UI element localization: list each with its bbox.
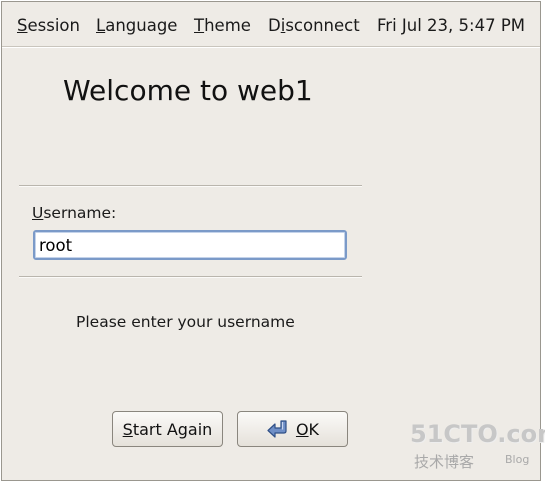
- menu-disconnect-label: sconnect: [285, 16, 360, 35]
- clock: Fri Jul 23, 5:47 PM: [377, 16, 526, 35]
- menu-disconnect[interactable]: Disconnect: [268, 16, 360, 36]
- start-again-label: tart Again: [132, 419, 213, 439]
- menu-session-mnemonic: S: [17, 16, 28, 35]
- menu-session[interactable]: Session: [17, 16, 80, 36]
- screen: Session Language Theme Disconnect Fri Ju…: [0, 0, 545, 484]
- menu-bar: Session Language Theme Disconnect Fri Ju…: [2, 2, 540, 48]
- ok-arrow-icon: [266, 419, 290, 439]
- login-window: Session Language Theme Disconnect Fri Ju…: [1, 1, 541, 481]
- menu-session-label: ession: [27, 16, 80, 35]
- separator-bottom: [19, 276, 362, 278]
- menu-language[interactable]: Language: [96, 16, 177, 36]
- ok-mnemonic: O: [295, 419, 309, 439]
- username-input[interactable]: [33, 230, 347, 260]
- watermark-subtitle: 技术博客: [414, 453, 475, 471]
- username-label-text: sername:: [43, 204, 117, 222]
- start-again-mnemonic: S: [122, 419, 133, 439]
- menu-theme-mnemonic: T: [194, 16, 205, 35]
- separator-top: [19, 185, 362, 187]
- prompt-message: Please enter your username: [76, 313, 295, 331]
- ok-label: K: [308, 419, 320, 439]
- menu-theme[interactable]: Theme: [194, 16, 251, 36]
- watermark-blog: Blog: [505, 453, 530, 466]
- menu-disconnect-prefix: D: [268, 16, 281, 35]
- watermark: 51CTO.com 技术博客 Blog: [410, 420, 545, 480]
- menu-theme-label: heme: [204, 16, 251, 35]
- username-label-mnemonic: U: [32, 204, 44, 222]
- watermark-logo: 51CTO.com: [410, 420, 545, 448]
- menubar-divider-highlight: [2, 47, 540, 48]
- username-label: Username:: [32, 204, 116, 222]
- menu-language-mnemonic: L: [96, 16, 106, 35]
- start-again-button[interactable]: Start Again: [112, 411, 223, 447]
- menu-language-label: anguage: [105, 16, 178, 35]
- ok-button[interactable]: OK: [237, 411, 348, 447]
- welcome-title: Welcome to web1: [63, 74, 313, 107]
